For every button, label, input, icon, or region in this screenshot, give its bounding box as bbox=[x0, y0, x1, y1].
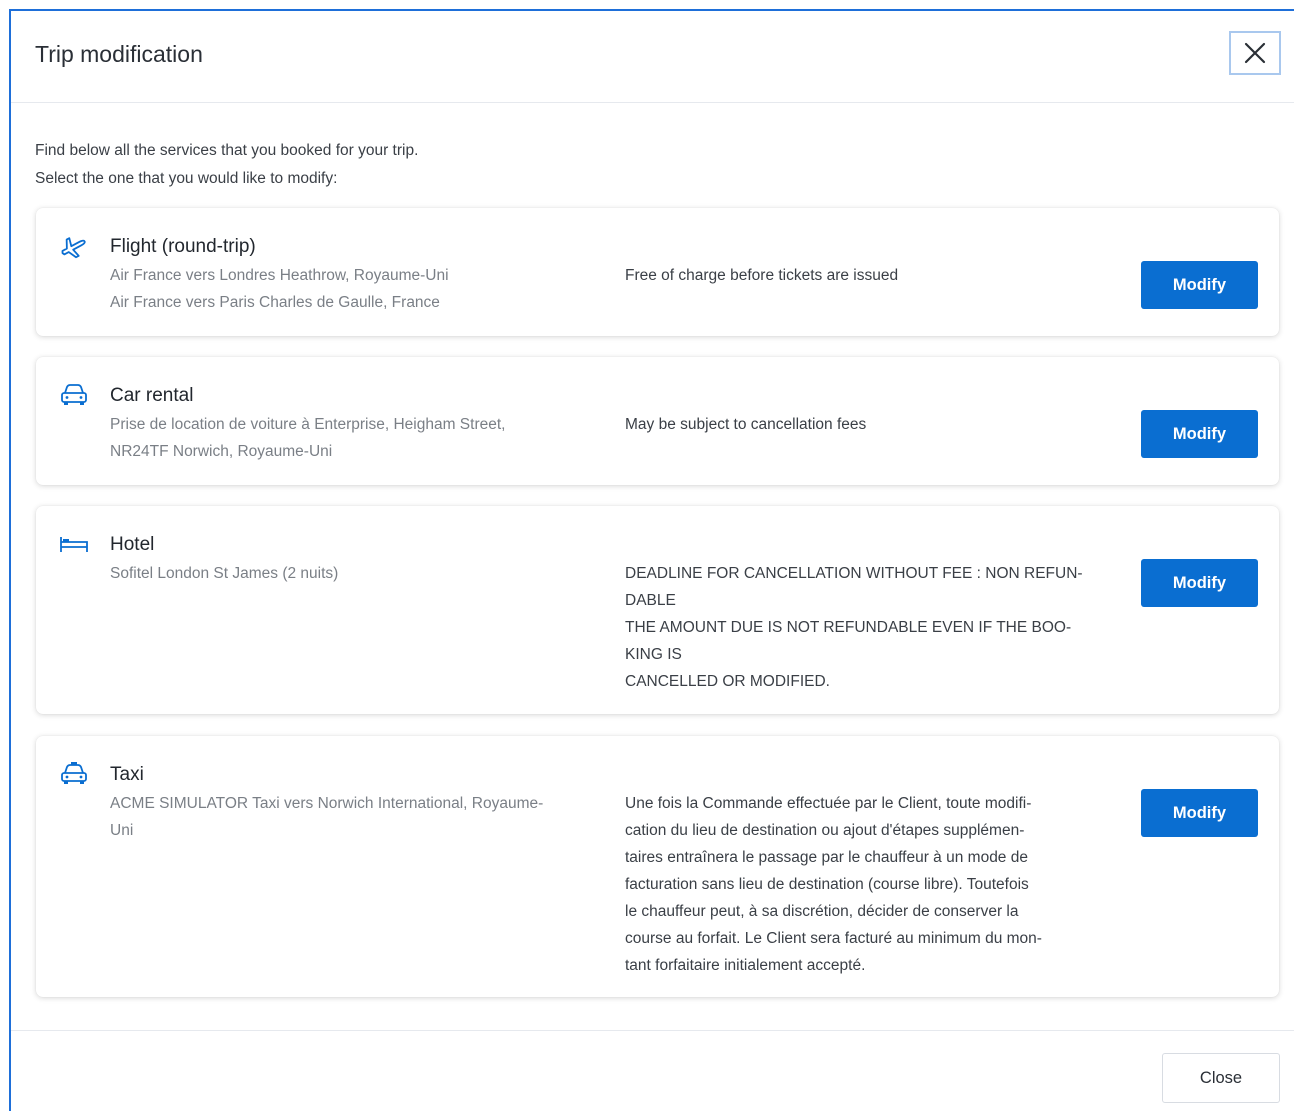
intro-line: Find below all the services that you boo… bbox=[35, 142, 419, 159]
policy-line: May be subject to cancellation fees bbox=[625, 416, 867, 433]
service-details: Air France vers Londres Heathrow, Royaum… bbox=[110, 262, 610, 316]
service-name: Taxi bbox=[110, 764, 144, 785]
detail-line: Prise de location de voiture à Enterpris… bbox=[110, 416, 506, 433]
policy-line: tant forfaitaire initialement accepté. bbox=[625, 957, 866, 974]
cancellation-policy: Free of charge before tickets are issued bbox=[625, 262, 1120, 289]
dialog-header: Trip modification bbox=[11, 11, 1294, 103]
close-dialog-button[interactable] bbox=[1229, 31, 1281, 75]
policy-line: KING IS bbox=[625, 646, 682, 663]
modify-taxi-button[interactable]: Modify bbox=[1141, 789, 1258, 837]
detail-line: ACME SIMULATOR Taxi vers Norwich Interna… bbox=[110, 795, 544, 812]
cancellation-policy: Une fois la Commande effectuée par le Cl… bbox=[625, 790, 1120, 979]
bed-icon bbox=[58, 530, 90, 558]
policy-line: Free of charge before tickets are issued bbox=[625, 267, 899, 284]
car-icon bbox=[58, 381, 90, 409]
service-name: Hotel bbox=[110, 534, 155, 555]
service-card-flight: Flight (round-trip) Air France vers Lond… bbox=[36, 208, 1279, 336]
cancellation-policy: May be subject to cancellation fees bbox=[625, 411, 1120, 438]
trip-modification-dialog: Trip modification Find below all the ser… bbox=[9, 9, 1294, 1111]
close-icon bbox=[1244, 42, 1266, 64]
dialog-intro: Find below all the services that you boo… bbox=[35, 137, 418, 193]
service-card-car-rental: Car rental Prise de location de voiture … bbox=[36, 357, 1279, 485]
intro-line: Select the one that you would like to mo… bbox=[35, 170, 338, 187]
service-card-taxi: Taxi ACME SIMULATOR Taxi vers Norwich In… bbox=[36, 736, 1279, 997]
policy-line: DABLE bbox=[625, 592, 676, 609]
policy-line: DEADLINE FOR CANCELLATION WITHOUT FEE : … bbox=[625, 565, 1083, 582]
policy-line: CANCELLED OR MODIFIED. bbox=[625, 673, 830, 690]
dialog-footer: Close bbox=[11, 1030, 1294, 1113]
policy-line: taires entraînera le passage par le chau… bbox=[625, 849, 1028, 866]
modify-flight-button[interactable]: Modify bbox=[1141, 261, 1258, 309]
service-card-hotel: Hotel Sofitel London St James (2 nuits) … bbox=[36, 506, 1279, 714]
service-name: Flight (round-trip) bbox=[110, 236, 256, 257]
policy-line: le chauffeur peut, à sa discrétion, déci… bbox=[625, 903, 1019, 920]
taxi-icon bbox=[58, 760, 90, 788]
detail-line: NR24TF Norwich, Royaume-Uni bbox=[110, 443, 333, 460]
policy-line: THE AMOUNT DUE IS NOT REFUNDABLE EVEN IF… bbox=[625, 619, 1072, 636]
policy-line: facturation sans lieu de destination (co… bbox=[625, 876, 1029, 893]
service-details: Sofitel London St James (2 nuits) bbox=[110, 560, 610, 587]
detail-line: Air France vers Paris Charles de Gaulle,… bbox=[110, 294, 440, 311]
policy-line: course au forfait. Le Client sera factur… bbox=[625, 930, 1042, 947]
policy-line: Une fois la Commande effectuée par le Cl… bbox=[625, 795, 1032, 812]
service-name: Car rental bbox=[110, 385, 194, 406]
airplane-icon bbox=[58, 232, 90, 260]
close-button[interactable]: Close bbox=[1162, 1053, 1280, 1103]
modify-hotel-button[interactable]: Modify bbox=[1141, 559, 1258, 607]
dialog-title: Trip modification bbox=[35, 41, 203, 67]
cancellation-policy: DEADLINE FOR CANCELLATION WITHOUT FEE : … bbox=[625, 560, 1120, 695]
service-details: ACME SIMULATOR Taxi vers Norwich Interna… bbox=[110, 790, 610, 844]
policy-line: cation du lieu de destination ou ajout d… bbox=[625, 822, 1025, 839]
detail-line: Sofitel London St James (2 nuits) bbox=[110, 565, 339, 582]
detail-line: Air France vers Londres Heathrow, Royaum… bbox=[110, 267, 449, 284]
service-details: Prise de location de voiture à Enterpris… bbox=[110, 411, 610, 465]
detail-line: Uni bbox=[110, 822, 134, 839]
modify-car-rental-button[interactable]: Modify bbox=[1141, 410, 1258, 458]
